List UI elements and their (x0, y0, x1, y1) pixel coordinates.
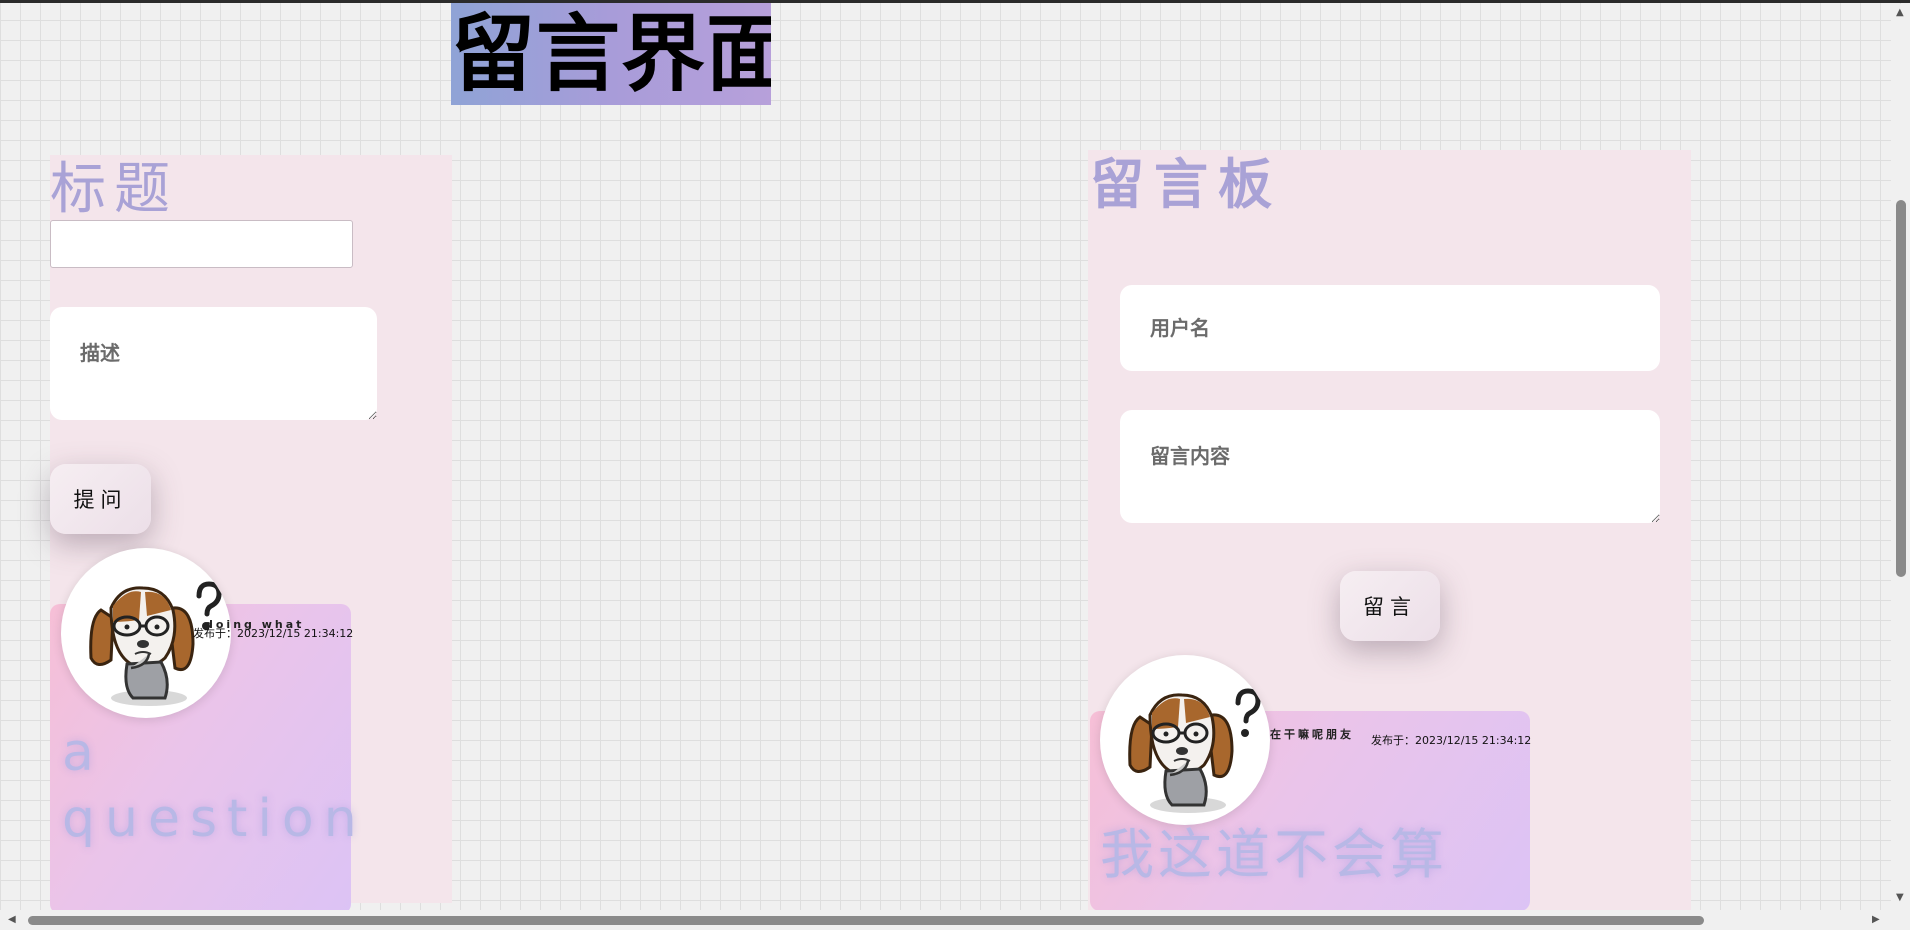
arrow-up-icon[interactable]: ▲ (1896, 8, 1904, 18)
question-card-body: a question (62, 723, 367, 849)
arrow-down-icon[interactable]: ▼ (1896, 893, 1904, 903)
post-message-button[interactable]: 留言 (1340, 571, 1440, 641)
arrow-right-icon[interactable]: ▶ (1872, 915, 1880, 925)
title-label: 标题 (50, 157, 178, 222)
question-card-time: 发布于：2023/12/15 21:34:12 (193, 627, 354, 640)
horizontal-scroll-thumb[interactable] (28, 916, 1704, 925)
message-content-textarea[interactable] (1120, 410, 1660, 523)
message-card-author: 在干嘛呢朋友 (1270, 728, 1354, 741)
confused-dog-avatar-icon (1100, 655, 1270, 825)
message-board-heading: 留言板 (1090, 153, 1282, 216)
username-input[interactable] (1120, 285, 1660, 371)
description-textarea[interactable] (50, 307, 377, 420)
arrow-left-icon[interactable]: ◀ (8, 915, 16, 925)
vertical-scroll-thumb[interactable] (1896, 200, 1906, 577)
window-top-border (0, 0, 1910, 3)
page-title: 留言界面 (451, 3, 771, 105)
title-input[interactable] (50, 220, 353, 268)
ask-button[interactable]: 提问 (50, 464, 151, 534)
message-card-body: 我这道不会算 (1100, 823, 1448, 886)
message-card-time: 发布于：2023/12/15 21:34:12 (1371, 734, 1532, 747)
